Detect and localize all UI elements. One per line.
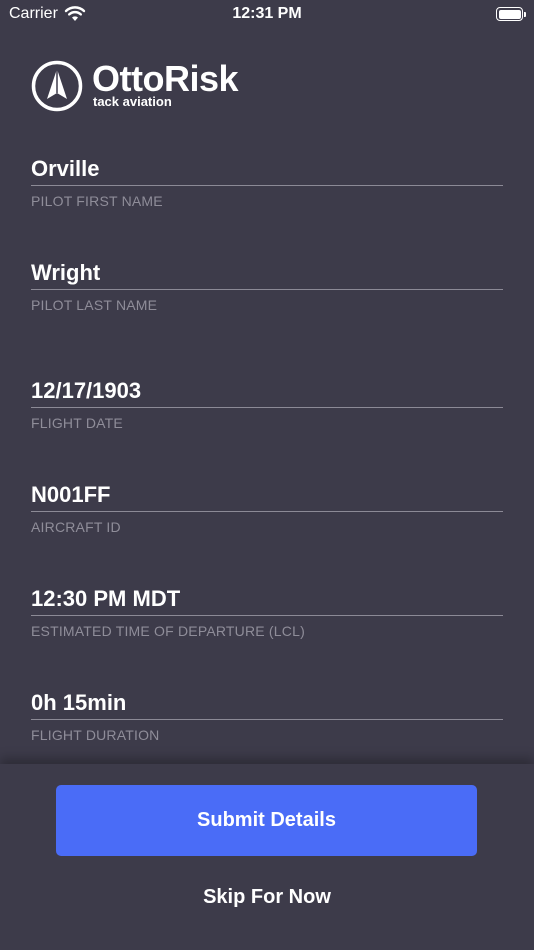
paper-plane-logo-icon xyxy=(31,60,83,112)
pilot-last-name-input[interactable]: Wright xyxy=(31,258,503,290)
screen: Carrier 12:31 PM OttoRisk tack aviation … xyxy=(0,0,534,950)
pilot-last-name-field[interactable]: Wright PILOT LAST NAME xyxy=(31,258,503,313)
aircraft-id-input[interactable]: N001FF xyxy=(31,480,503,512)
flight-duration-input[interactable]: 0h 15min xyxy=(31,688,503,720)
bottom-action-panel: Submit Details Skip For Now xyxy=(0,764,534,950)
departure-time-label: ESTIMATED TIME OF DEPARTURE (LCL) xyxy=(31,623,305,639)
departure-time-input[interactable]: 12:30 PM MDT xyxy=(31,584,503,616)
app-subtitle: tack aviation xyxy=(93,94,172,109)
aircraft-id-field[interactable]: N001FF AIRCRAFT ID xyxy=(31,480,503,535)
pilot-last-name-label: PILOT LAST NAME xyxy=(31,297,158,313)
flight-duration-field[interactable]: 0h 15min FLIGHT DURATION xyxy=(31,688,503,743)
flight-date-input[interactable]: 12/17/1903 xyxy=(31,376,503,408)
pilot-first-name-field[interactable]: Orville PILOT FIRST NAME xyxy=(31,154,503,209)
flight-duration-label: FLIGHT DURATION xyxy=(31,727,160,743)
flight-date-label: FLIGHT DATE xyxy=(31,415,123,431)
battery-icon xyxy=(496,7,526,21)
pilot-first-name-input[interactable]: Orville xyxy=(31,154,503,186)
status-bar: Carrier 12:31 PM xyxy=(0,0,534,28)
departure-time-field[interactable]: 12:30 PM MDT ESTIMATED TIME OF DEPARTURE… xyxy=(31,584,503,639)
aircraft-id-label: AIRCRAFT ID xyxy=(31,519,121,535)
flight-date-field[interactable]: 12/17/1903 FLIGHT DATE xyxy=(31,376,503,431)
submit-details-button[interactable]: Submit Details xyxy=(56,785,477,856)
status-time: 12:31 PM xyxy=(232,5,302,22)
app-name: OttoRisk xyxy=(92,58,239,99)
pilot-first-name-label: PILOT FIRST NAME xyxy=(31,193,163,209)
skip-for-now-button[interactable]: Skip For Now xyxy=(0,882,534,912)
